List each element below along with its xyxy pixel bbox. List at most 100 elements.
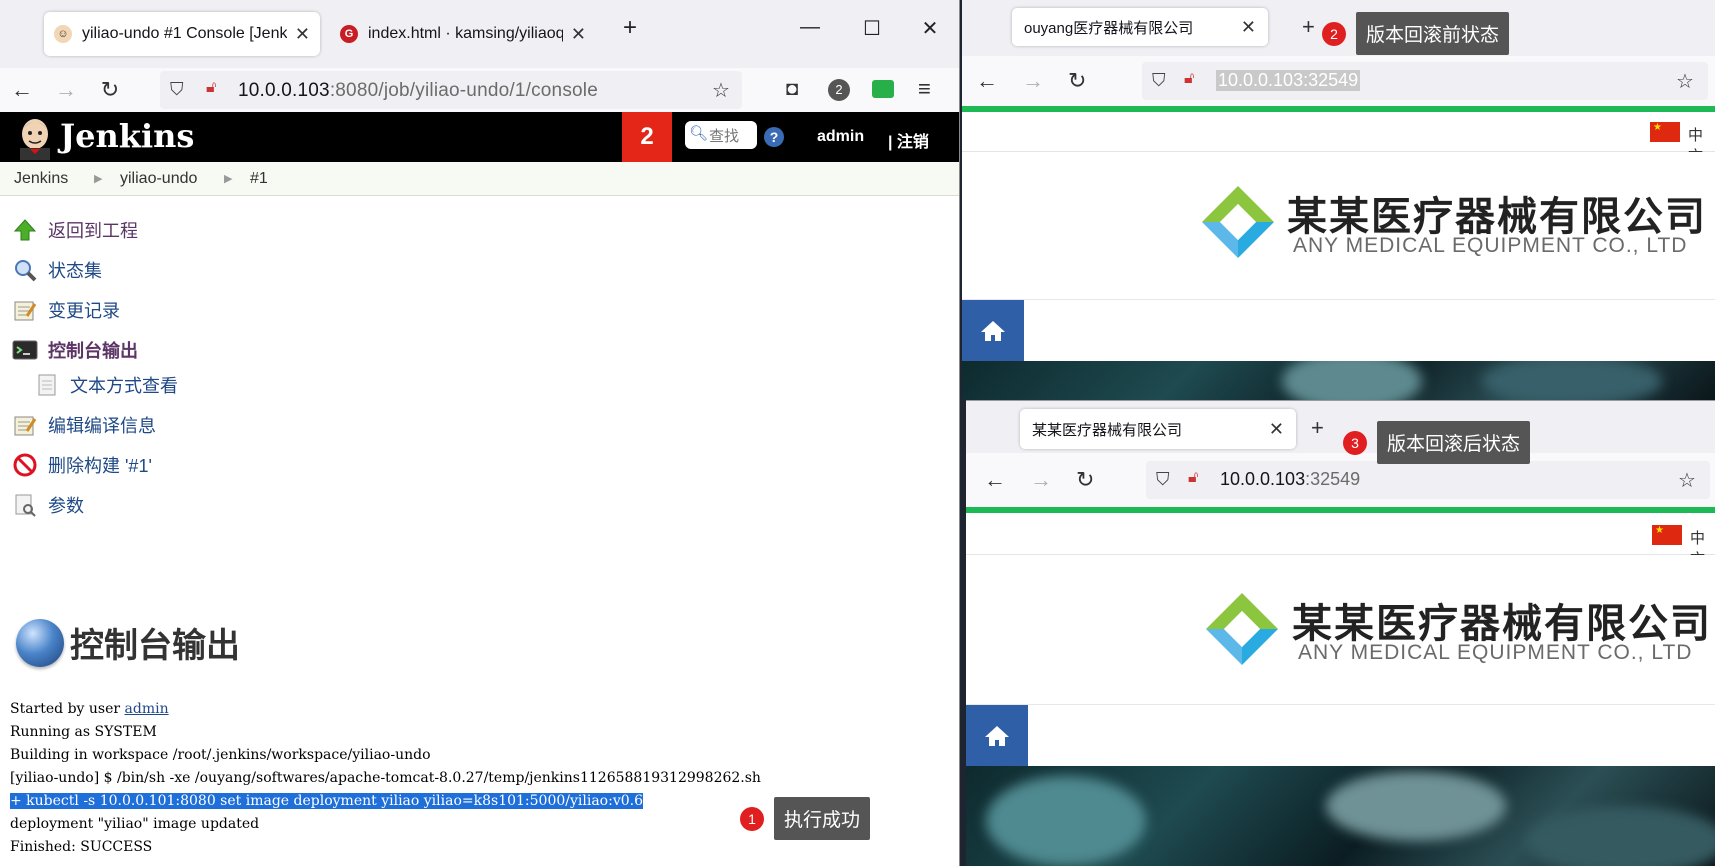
tab-site-before[interactable]: ouyang医疗器械有限公司 ✕	[1012, 8, 1268, 46]
sidebar-item-edit-build-info[interactable]: 编辑编译信息	[12, 410, 156, 440]
sidebar-label: 返回到工程	[48, 221, 138, 241]
insecure-lock-icon[interactable]: 🔓︎	[206, 79, 216, 97]
china-flag-icon[interactable]	[1652, 525, 1682, 545]
reload-button[interactable]: ↻	[1068, 68, 1086, 94]
callout-label: 执行成功	[774, 797, 871, 840]
close-tab-icon[interactable]: ✕	[1269, 419, 1284, 440]
bookmark-star-icon[interactable]: ☆	[1678, 468, 1696, 493]
document-search-icon	[12, 492, 38, 518]
logout-link[interactable]: | 注销	[888, 128, 929, 152]
sidebar-label: 状态集	[48, 261, 102, 281]
tab-site-after[interactable]: 某某医疗器械有限公司 ✕	[1020, 409, 1296, 449]
new-tab-button[interactable]: +	[1311, 415, 1324, 441]
close-tab-icon[interactable]: ✕	[295, 24, 310, 45]
shield-icon[interactable]: ⛉	[1152, 70, 1166, 91]
tab-title: ouyang医疗器械有限公司	[1024, 19, 1194, 37]
sidebar-label: 删除构建 '#1'	[48, 456, 152, 476]
back-button[interactable]: ←	[8, 76, 36, 104]
document-icon	[34, 372, 60, 398]
home-button[interactable]	[962, 300, 1024, 362]
url-bar[interactable]: ⛉ 🔓︎ 10.0.0.103:8080/job/yiliao-undo/1/c…	[160, 71, 742, 109]
close-tab-icon[interactable]: ✕	[571, 24, 586, 45]
sidebar-item-console-output[interactable]: 控制台输出	[12, 335, 138, 365]
account-badge[interactable]: 2	[828, 79, 850, 101]
breadcrumb-job[interactable]: yiliao-undo	[120, 170, 197, 188]
china-flag-icon[interactable]	[1650, 122, 1680, 142]
url-bar[interactable]: ⛉ 🔓︎ 10.0.0.103:32549 ☆	[1146, 461, 1710, 499]
notepad-icon	[12, 297, 38, 323]
home-button[interactable]	[966, 705, 1028, 767]
reload-button[interactable]: ↻	[96, 76, 124, 104]
navigation-bar: ← → ↻ ⛉ 🔓︎ 10.0.0.103:8080/job/yiliao-un…	[0, 68, 959, 112]
menu-icon[interactable]: ≡	[918, 76, 931, 102]
insecure-lock-icon[interactable]: 🔓︎	[1188, 469, 1198, 487]
jenkins-logo-text[interactable]: Jenkins	[60, 117, 194, 155]
tab-title: yiliao-undo #1 Console [Jenkins]	[82, 25, 287, 42]
breadcrumb-jenkins[interactable]: Jenkins	[14, 170, 68, 188]
tab-title: index.html · kamsing/yiliaoqixie	[368, 25, 563, 42]
close-window-button[interactable]: ✕	[910, 16, 950, 41]
new-tab-button[interactable]: +	[610, 14, 650, 42]
bookmark-star-icon[interactable]: ☆	[712, 78, 730, 103]
back-button[interactable]: ←	[984, 467, 1006, 493]
reload-button[interactable]: ↻	[1076, 467, 1094, 493]
new-tab-button[interactable]: +	[1302, 14, 1315, 40]
user-admin-link[interactable]: admin	[125, 701, 169, 717]
forward-button[interactable]: →	[52, 76, 80, 104]
jenkins-favicon-icon: ☺	[54, 25, 72, 43]
shield-icon[interactable]: ⛉	[1156, 469, 1170, 490]
minimize-button[interactable]: —	[790, 16, 830, 39]
extension-icon[interactable]	[872, 80, 894, 98]
tab-jenkins-console[interactable]: ☺ yiliao-undo #1 Console [Jenkins] ✕	[44, 12, 320, 56]
url-bar[interactable]: ⛉ 🔓︎ 10.0.0.103:32549 ☆	[1142, 62, 1708, 100]
breadcrumb-separator-icon: ▶	[94, 173, 103, 185]
callout-3: 3 版本回滚后状态	[1343, 421, 1531, 464]
company-logo-icon[interactable]	[1198, 182, 1278, 262]
site-top-bar: 中文	[966, 513, 1715, 568]
sidebar-item-changes[interactable]: 变更记录	[12, 295, 120, 325]
breadcrumb-build[interactable]: #1	[250, 170, 268, 188]
sidebar-label: 变更记录	[48, 301, 120, 321]
home-icon	[981, 321, 1005, 341]
console-line: Building in workspace /root/.jenkins/wor…	[10, 747, 431, 763]
search-box[interactable]: 🔍︎ 查找	[685, 121, 757, 149]
bookmark-star-icon[interactable]: ☆	[1676, 69, 1694, 94]
callout-1: 1 执行成功	[740, 797, 871, 840]
callout-2: 2 版本回滚前状态	[1322, 12, 1510, 55]
sidebar-item-parameters[interactable]: 参数	[12, 490, 84, 520]
sidebar-item-delete-build[interactable]: 删除构建 '#1'	[12, 450, 152, 480]
sidebar-item-back-to-project[interactable]: 返回到工程	[12, 215, 138, 245]
company-logo-icon[interactable]	[1202, 589, 1282, 669]
sidebar-label: 参数	[48, 496, 84, 516]
site-logo-area: 某某医疗器械有限公司 ANY MEDICAL EQUIPMENT CO., LT…	[966, 555, 1715, 703]
callout-number: 2	[1322, 21, 1346, 46]
console-line: deployment "yiliao" image updated	[10, 816, 260, 832]
forward-button[interactable]: →	[1030, 467, 1052, 493]
help-icon[interactable]: ?	[764, 127, 784, 147]
console-line-highlighted: + kubectl -s 10.0.0.101:8080 set image d…	[10, 793, 643, 809]
notification-badge[interactable]: 2	[622, 112, 672, 162]
notepad-edit-icon	[12, 412, 38, 438]
insecure-lock-icon[interactable]: 🔓︎	[1184, 70, 1194, 88]
sidebar-item-plain-text[interactable]: 文本方式查看	[34, 370, 178, 400]
gitee-favicon-icon: G	[340, 25, 358, 43]
back-button[interactable]: ←	[976, 68, 998, 94]
sidebar-label: 文本方式查看	[70, 376, 178, 396]
console-line: [yiliao-undo] $ /bin/sh -xe /ouyang/soft…	[10, 770, 761, 786]
tab-gitee-index[interactable]: G index.html · kamsing/yiliaoqixie ✕	[330, 12, 596, 56]
pocket-icon[interactable]: ◘	[786, 78, 798, 101]
sidebar-item-status[interactable]: 状态集	[12, 255, 102, 285]
right-browser-after: 某某医疗器械有限公司 ✕ + ← → ↻ ⛉ 🔓︎ 10.0.0.103:325…	[966, 400, 1715, 866]
callout-label: 版本回滚后状态	[1377, 421, 1531, 464]
user-link[interactable]: admin	[817, 128, 864, 146]
shield-icon[interactable]: ⛉	[170, 79, 184, 100]
maximize-button[interactable]: ☐	[852, 16, 892, 41]
callout-label: 版本回滚前状态	[1356, 12, 1510, 55]
search-placeholder: 查找	[709, 128, 740, 145]
sidebar-label: 控制台输出	[48, 341, 138, 361]
callout-number: 1	[740, 806, 764, 831]
forward-button[interactable]: →	[1022, 68, 1044, 94]
jenkins-butler-icon[interactable]	[14, 116, 56, 160]
close-tab-icon[interactable]: ✕	[1241, 17, 1256, 38]
company-name-en: ANY MEDICAL EQUIPMENT CO., LTD	[1293, 234, 1688, 257]
